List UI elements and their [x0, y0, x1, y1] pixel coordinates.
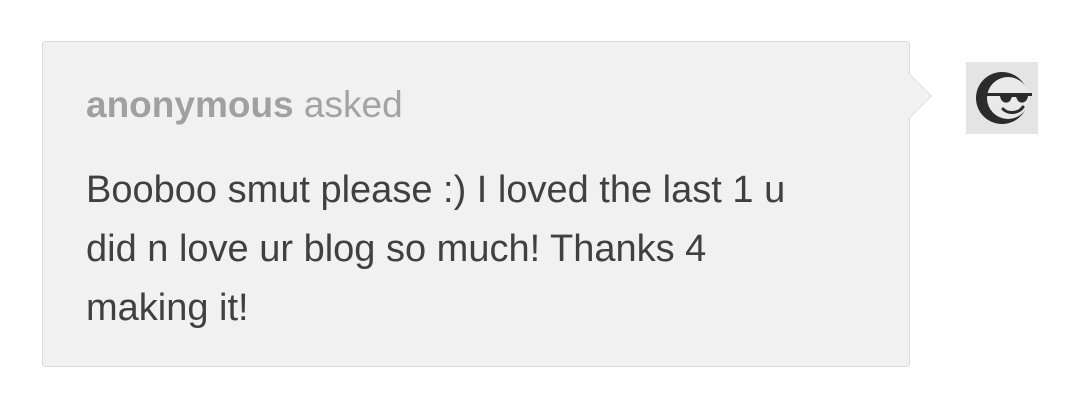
avatar[interactable]: [966, 62, 1038, 134]
bubble-pointer: [908, 73, 931, 119]
ask-post: anonymous asked Booboo smut please :) I …: [0, 0, 1080, 414]
sunglasses-face-icon: [976, 72, 1032, 124]
asked-label: asked: [303, 84, 403, 125]
asker-name[interactable]: anonymous: [86, 84, 294, 125]
question-text: Booboo smut please :) I loved the last 1…: [86, 169, 786, 329]
ask-bubble: anonymous asked Booboo smut please :) I …: [42, 41, 910, 367]
ask-header: anonymous asked: [86, 84, 869, 126]
